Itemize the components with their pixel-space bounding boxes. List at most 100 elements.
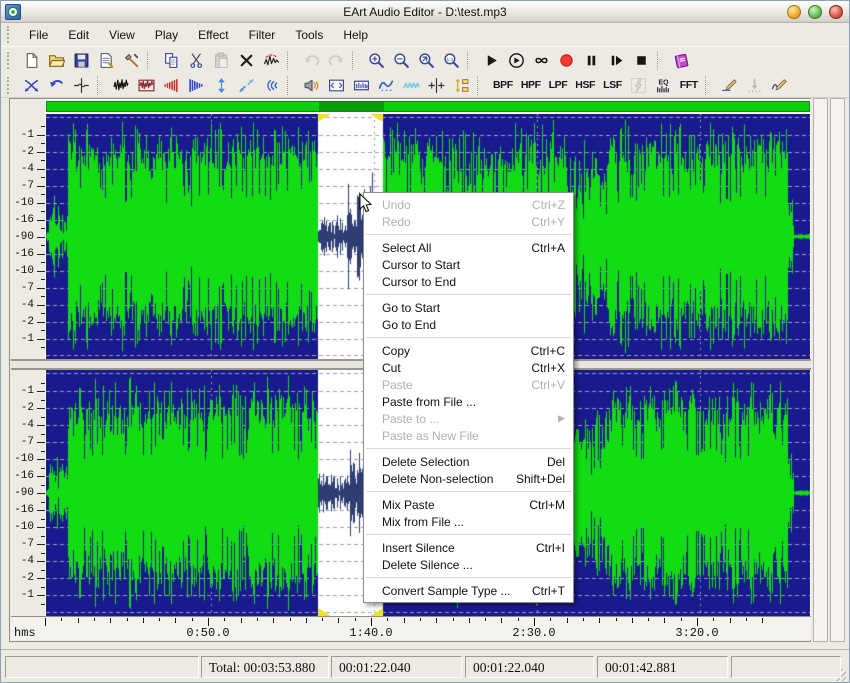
help-button[interactable]	[669, 49, 694, 72]
fade-in-button[interactable]	[159, 74, 184, 97]
menu-help[interactable]: Help	[333, 25, 378, 45]
play-button[interactable]	[479, 49, 504, 72]
context-menu-item-delete-silence[interactable]: Delete Silence ...	[364, 556, 573, 573]
menu-edit[interactable]: Edit	[58, 25, 99, 45]
record-button[interactable]	[554, 49, 579, 72]
save-file-button[interactable]	[69, 49, 94, 72]
context-menu-item-mix-paste[interactable]: Mix PasteCtrl+M	[364, 496, 573, 513]
new-file-button[interactable]	[19, 49, 44, 72]
close-button[interactable]	[829, 5, 843, 19]
menu-play[interactable]: Play	[145, 25, 188, 45]
menubar-grip[interactable]	[7, 26, 15, 43]
scroll-strip-2[interactable]	[830, 98, 845, 642]
chorus-button[interactable]	[399, 74, 424, 97]
echo-button[interactable]	[259, 74, 284, 97]
copy-button[interactable]	[159, 49, 184, 72]
context-menu-item-insert-silence[interactable]: Insert SilenceCtrl+I	[364, 539, 573, 556]
ruler-time-label: 2:30.0	[512, 626, 555, 640]
context-menu-item-go-to-end[interactable]: Go to End	[364, 316, 573, 333]
title-bar[interactable]: EArt Audio Editor - D:\test.mp3	[1, 1, 849, 23]
selection-marker-bottom-right[interactable]	[370, 608, 383, 616]
selection-marker-bottom-left[interactable]	[318, 608, 331, 616]
file-properties-button[interactable]	[94, 49, 119, 72]
draw-line-button[interactable]	[717, 74, 742, 97]
draw-wave-button[interactable]	[767, 74, 792, 97]
context-menu-item-cursor-to-start[interactable]: Cursor to Start	[364, 256, 573, 273]
overview-bar[interactable]	[46, 101, 810, 112]
zoom-in-button[interactable]	[364, 49, 389, 72]
resample-button[interactable]	[449, 74, 474, 97]
context-menu-item-mix-from-file[interactable]: Mix from File ...	[364, 513, 573, 530]
tools-button[interactable]	[119, 49, 144, 72]
menu-filter[interactable]: Filter	[239, 25, 286, 45]
play-all-button[interactable]	[504, 49, 529, 72]
context-menu-item-paste-from-file[interactable]: Paste from File ...	[364, 393, 573, 410]
menu-item-shortcut: Ctrl+V	[531, 378, 565, 392]
fft-filter-button[interactable]: FFT	[676, 74, 702, 97]
swap-channels-button[interactable]	[19, 74, 44, 97]
stop-button[interactable]	[629, 49, 654, 72]
flanger-button[interactable]	[374, 74, 399, 97]
compressor-button[interactable]	[349, 74, 374, 97]
open-file-button[interactable]	[44, 49, 69, 72]
context-menu-item-go-to-start[interactable]: Go to Start	[364, 299, 573, 316]
time-ruler[interactable]: hms 0:50.01:40.02:30.03:20.0	[11, 616, 811, 640]
equalizer-button[interactable]: EQ	[651, 74, 676, 97]
context-menu-item-delete-selection[interactable]: Delete SelectionDel	[364, 453, 573, 470]
stretch-button[interactable]	[234, 74, 259, 97]
menu-file[interactable]: File	[19, 25, 58, 45]
context-menu-item-cursor-to-end[interactable]: Cursor to End	[364, 273, 573, 290]
dynamics-button[interactable]	[324, 74, 349, 97]
lsf-filter-button[interactable]: LSF	[599, 74, 626, 97]
db-tick-major	[37, 203, 45, 204]
new-file-icon	[23, 52, 40, 69]
context-menu-item-cut[interactable]: CutCtrl+X	[364, 359, 573, 376]
context-menu-item-delete-non-selection[interactable]: Delete Non-selectionShift+Del	[364, 470, 573, 487]
menu-view[interactable]: View	[99, 25, 145, 45]
invert-button[interactable]	[44, 74, 69, 97]
ruler-tick	[518, 618, 519, 621]
noise-button[interactable]	[109, 74, 134, 97]
db-label: -10	[14, 522, 34, 533]
trim-button[interactable]	[259, 49, 284, 72]
menu-tools[interactable]: Tools	[285, 25, 333, 45]
db-label: -90	[14, 488, 34, 499]
ruler-tick	[273, 618, 274, 623]
menu-item-label: Paste as New File	[382, 429, 479, 443]
delete-button[interactable]	[234, 49, 259, 72]
zoom-out-button[interactable]	[389, 49, 414, 72]
pause-button[interactable]	[579, 49, 604, 72]
hpf-filter-button[interactable]: HPF	[517, 74, 545, 97]
selection-marker-top-right[interactable]	[370, 114, 383, 122]
context-menu-item-convert-sample-type[interactable]: Convert Sample Type ...Ctrl+T	[364, 582, 573, 599]
maximize-button[interactable]	[808, 5, 822, 19]
toolbar1-grip[interactable]	[7, 52, 15, 69]
cut-button[interactable]	[184, 49, 209, 72]
db-label: -4	[21, 164, 34, 175]
selection-marker-top-left[interactable]	[318, 114, 331, 122]
zoom-full-button[interactable]: 1:1	[439, 49, 464, 72]
pitch-button[interactable]	[424, 74, 449, 97]
loop-button[interactable]	[529, 49, 554, 72]
context-menu-item-copy[interactable]: CopyCtrl+C	[364, 342, 573, 359]
volume-button[interactable]	[209, 74, 234, 97]
fade-out-button[interactable]	[184, 74, 209, 97]
ruler-tick	[664, 618, 665, 623]
ruler-tick	[550, 618, 551, 621]
scroll-strip-1[interactable]	[813, 98, 828, 642]
play-step-button[interactable]	[604, 49, 629, 72]
amplify-button[interactable]	[134, 74, 159, 97]
bpf-filter-button[interactable]: BPF	[489, 74, 517, 97]
zoom-in-icon	[368, 52, 385, 69]
reverb-button[interactable]	[299, 74, 324, 97]
hsf-filter-button[interactable]: HSF	[571, 74, 599, 97]
silence-button[interactable]	[69, 74, 94, 97]
fade-in-icon	[163, 77, 180, 94]
lpf-filter-button[interactable]: LPF	[545, 74, 572, 97]
context-menu-item-select-all[interactable]: Select AllCtrl+A	[364, 239, 573, 256]
db-tick-major	[37, 305, 45, 306]
toolbar2-grip[interactable]	[7, 77, 15, 94]
zoom-selection-button[interactable]	[414, 49, 439, 72]
menu-effect[interactable]: Effect	[188, 25, 238, 45]
minimize-button[interactable]	[787, 5, 801, 19]
